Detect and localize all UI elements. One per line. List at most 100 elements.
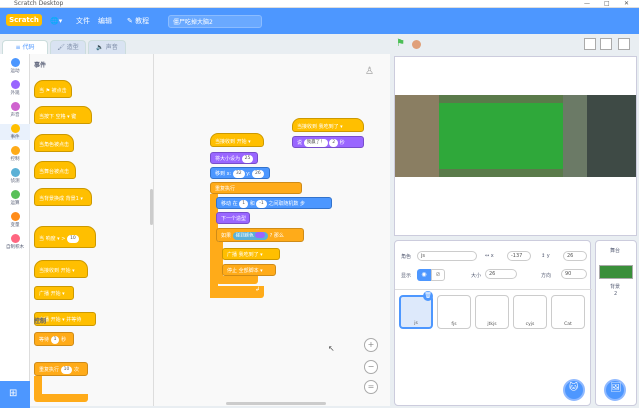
category-3[interactable]: 事件 [0,124,30,140]
small-stage-icon[interactable] [584,38,596,50]
ws-say-for-secs[interactable]: 说 我赢了！ 2 秒 [292,136,364,148]
category-7[interactable]: 变量 [0,212,30,228]
ws-next-costume[interactable]: 下一个造型 [216,212,250,224]
category-8[interactable]: 自制积木 [0,234,30,250]
fullscreen-icon[interactable] [618,38,630,50]
x-input[interactable]: -137 [507,251,531,261]
language-globe-icon[interactable]: 🌐▾ [50,8,62,34]
minimize-icon[interactable]: — [584,0,590,8]
ws-when-receive-win[interactable]: 当接收到 我吃到了 ▾ [292,118,364,132]
y-input[interactable]: 26 [563,251,587,261]
ws-touching-color[interactable]: 碰到颜色 [232,231,269,240]
category-0[interactable]: 运动 [0,58,30,74]
tab-sounds[interactable]: 🔈 声音 [88,40,126,54]
maximize-icon[interactable]: □ [604,0,610,8]
green-flag-icon[interactable]: ⚑ [396,38,405,49]
block-when-stage-clicked[interactable]: 当舞台被点击 [34,161,76,179]
sprite-info-pane: 角色 js ↔ x -137 ↕ y 26 显示 ◉ ⊘ 大小 26 方向 90… [394,240,592,406]
zoom-reset-button[interactable]: = [364,380,378,394]
ws-size-value[interactable]: 25 [241,154,254,163]
block-when-sprite-clicked[interactable]: 当角色被点击 [34,134,74,152]
ws-steps-label: 步 [300,201,306,207]
ws-rand-to[interactable]: -1 [256,199,267,208]
ws-goto-x[interactable]: 32 [232,169,245,178]
block-broadcast[interactable]: 广播 开始 ▾ [34,286,74,300]
stage-selector-pane[interactable]: 舞台 背景 2 🖼 [595,240,637,406]
show-label: 显示 [401,273,412,279]
sprite-tile-label: cyjs [525,322,535,327]
ws-forever[interactable]: 重复执行 [210,182,302,194]
category-dot-icon [10,212,20,221]
large-stage-icon[interactable] [600,38,612,50]
backdrop-thumbnail[interactable] [599,265,633,279]
project-title-input[interactable]: 僵尸吃掉大脑2 [168,15,262,28]
ws-if-touching[interactable]: 如果 碰到颜色 ? 那么 [216,228,304,242]
ws-set-size[interactable]: 将大小设为 25 [210,152,258,164]
ws-goto-y[interactable]: 26 [252,169,264,178]
sprite-name-input[interactable]: js [417,251,477,261]
title-bar: Scratch Desktop — □ ✕ [0,0,639,8]
tab-code[interactable]: ≡ 代码 [2,40,48,54]
ws-when-receive-start[interactable]: 当接收到 开始 ▾ [210,133,264,147]
block-when-loudness[interactable]: 当 响度 ▾ > 10 [34,226,96,248]
repeat-c-bottom [34,394,88,402]
block-when-key-pressed[interactable]: 当按下 空格 ▾ 键 [34,106,92,124]
ws-say-text[interactable]: 我赢了！ [303,138,328,147]
zoom-out-button[interactable]: − [364,360,378,374]
ws-say-secs[interactable]: 2 [329,138,339,147]
category-label: 变量 [10,223,20,228]
wait-value[interactable]: 1 [50,335,60,344]
block-when-backdrop-switches[interactable]: 当背景换成 背景1 ▾ [34,188,92,206]
sprite-tile-fjs[interactable]: fjs [437,295,471,329]
workspace-scrollbar[interactable] [226,402,326,405]
delete-sprite-icon[interactable]: 🗑 [423,291,433,301]
tab-costumes[interactable]: 🖌 造型 [50,40,86,54]
ws-goto-xy[interactable]: 移到 x: 32 y: 26 [210,167,270,179]
sprite-name-label: 角色 [401,254,412,260]
category-5[interactable]: 侦测 [0,168,30,184]
sprite-tile-cyjs[interactable]: cyjs [513,295,547,329]
palette-scrollbar[interactable] [150,189,153,225]
ws-then-label: ? 那么 [269,233,284,239]
ws-set-size-label: 将大小设为 [215,156,241,162]
loudness-value[interactable]: 10 [67,234,79,243]
color-swatch[interactable] [255,231,266,238]
stage-canvas[interactable] [394,56,637,236]
category-label: 控制 [10,157,20,162]
size-input[interactable]: 26 [485,269,517,279]
divider [395,289,592,290]
ws-broadcast-win[interactable]: 广播 我吃到了 ▾ [222,248,280,260]
block-when-receive[interactable]: 当接收到 开始 ▾ [34,260,88,278]
menu-file[interactable]: 文件 [76,8,90,34]
direction-input[interactable]: 90 [561,269,587,279]
ws-stop-all[interactable]: 停止 全部脚本 ▾ [222,264,276,276]
sprite-tile-cat[interactable]: Cat [551,295,585,329]
add-sprite-button[interactable]: 🐱 [563,379,585,401]
hide-eye-icon[interactable]: ⊘ [431,269,445,281]
zoom-in-button[interactable]: + [364,338,378,352]
category-label: 声音 [10,113,20,118]
close-icon[interactable]: ✕ [624,0,629,8]
block-when-flag-clicked[interactable]: 当 ⚑ 被点击 [34,80,72,98]
sprite-tile-jtkjs[interactable]: jtkjs [475,295,509,329]
ws-rand-from[interactable]: 1 [239,199,249,208]
menu-tutorials[interactable]: ✎ 教程 [127,8,149,34]
category-1[interactable]: 外观 [0,80,30,96]
category-4[interactable]: 控制 [0,146,30,162]
y-arrow-icon: ↕ y [541,253,550,259]
scratch-logo[interactable]: Scratch [6,14,42,26]
show-eye-icon[interactable]: ◉ [417,269,431,281]
repeat-value[interactable]: 10 [60,365,73,374]
block-repeat[interactable]: 重复执行 10 次 [34,362,88,376]
category-6[interactable]: 运算 [0,190,30,206]
menu-edit[interactable]: 编辑 [98,8,112,34]
add-backdrop-button[interactable]: 🖼 [604,379,626,401]
script-workspace[interactable]: ♙ 当接收到 开始 ▾ 将大小设为 25 移到 x: 32 y: 26 重复执行… [154,54,390,406]
block-wait[interactable]: 等待 1 秒 [34,332,74,346]
ws-move-random[interactable]: 移动 在 1 和 -1 之间取随机数 步 [216,197,332,209]
add-extension-button[interactable]: ⊞ [0,381,30,408]
category-2[interactable]: 声音 [0,102,30,118]
category-dot-icon [10,124,20,133]
stop-icon[interactable] [412,40,421,49]
category-label: 运动 [10,69,20,74]
